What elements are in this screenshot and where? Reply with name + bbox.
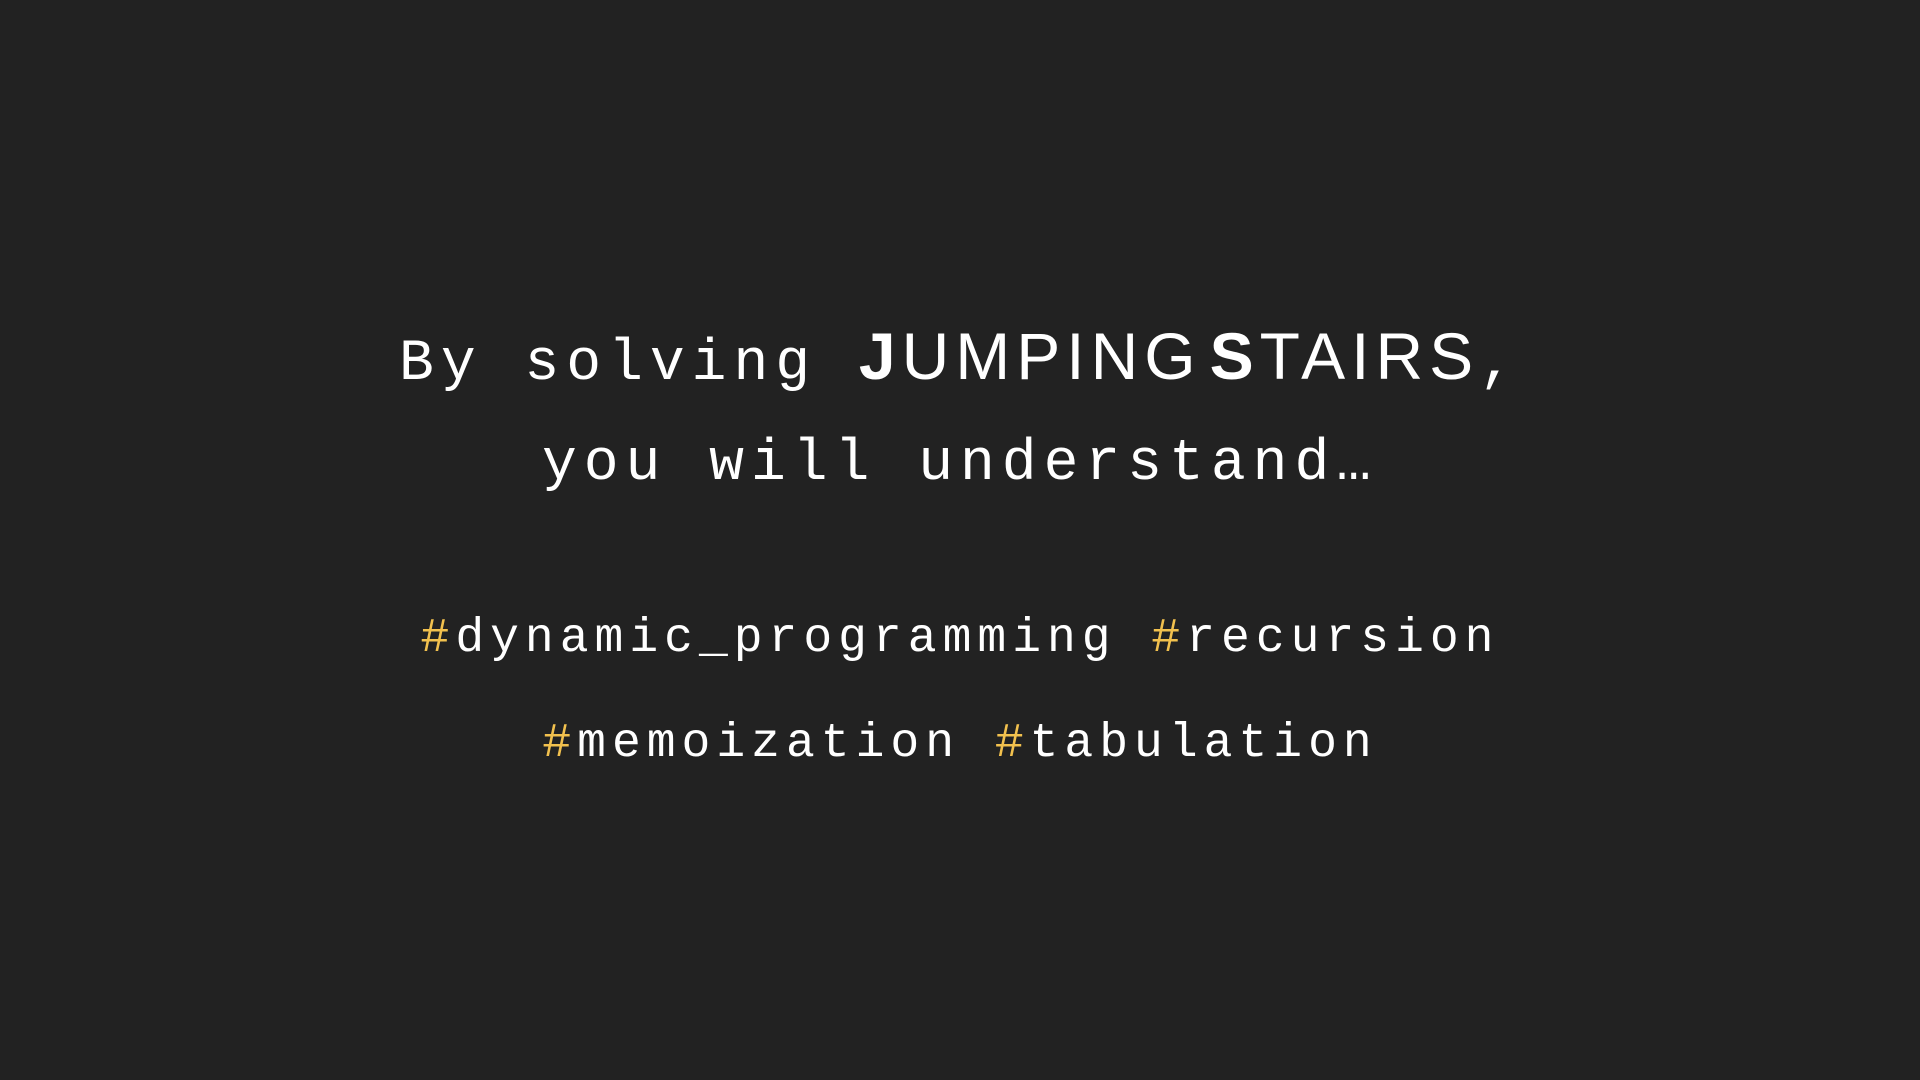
title-word-jumping-initial: J bbox=[858, 319, 902, 393]
hash-symbol: # bbox=[420, 612, 456, 666]
hashtag-text: dynamic_programming bbox=[455, 612, 1117, 666]
hash-symbol: # bbox=[542, 717, 578, 771]
hashtag-memoization: #memoization bbox=[542, 717, 960, 771]
title-word-stairs: STAIRS bbox=[1210, 319, 1480, 393]
headline-line-2: you will understand… bbox=[541, 432, 1379, 497]
title-word-jumping: JUMPING bbox=[859, 319, 1202, 393]
hashtag-text: recursion bbox=[1186, 612, 1500, 666]
headline-suffix: , bbox=[1479, 332, 1521, 397]
hashtag-tabulation: #tabulation bbox=[995, 717, 1378, 771]
hash-symbol: # bbox=[1151, 612, 1187, 666]
headline-prefix: By solving bbox=[399, 332, 859, 397]
hash-symbol: # bbox=[994, 717, 1030, 771]
hashtag-text: tabulation bbox=[1029, 717, 1378, 771]
hashtag-recursion: #recursion bbox=[1151, 612, 1499, 666]
hashtag-dynamic-programming: #dynamic_programming bbox=[421, 612, 1117, 666]
headline-line-1: By solving JUMPING STAIRS, bbox=[0, 318, 1920, 397]
hashtag-row-2: #memoization #tabulation bbox=[0, 717, 1920, 771]
title-word-stairs-rest: TAIRS bbox=[1259, 319, 1480, 393]
hashtag-row-1: #dynamic_programming #recursion bbox=[0, 612, 1920, 666]
title-slide: By solving JUMPING STAIRS, you will unde… bbox=[0, 0, 1920, 1080]
title-word-stairs-initial: S bbox=[1209, 319, 1260, 393]
title-word-jumping-rest: UMPING bbox=[901, 319, 1202, 393]
hashtag-text: memoization bbox=[577, 717, 960, 771]
